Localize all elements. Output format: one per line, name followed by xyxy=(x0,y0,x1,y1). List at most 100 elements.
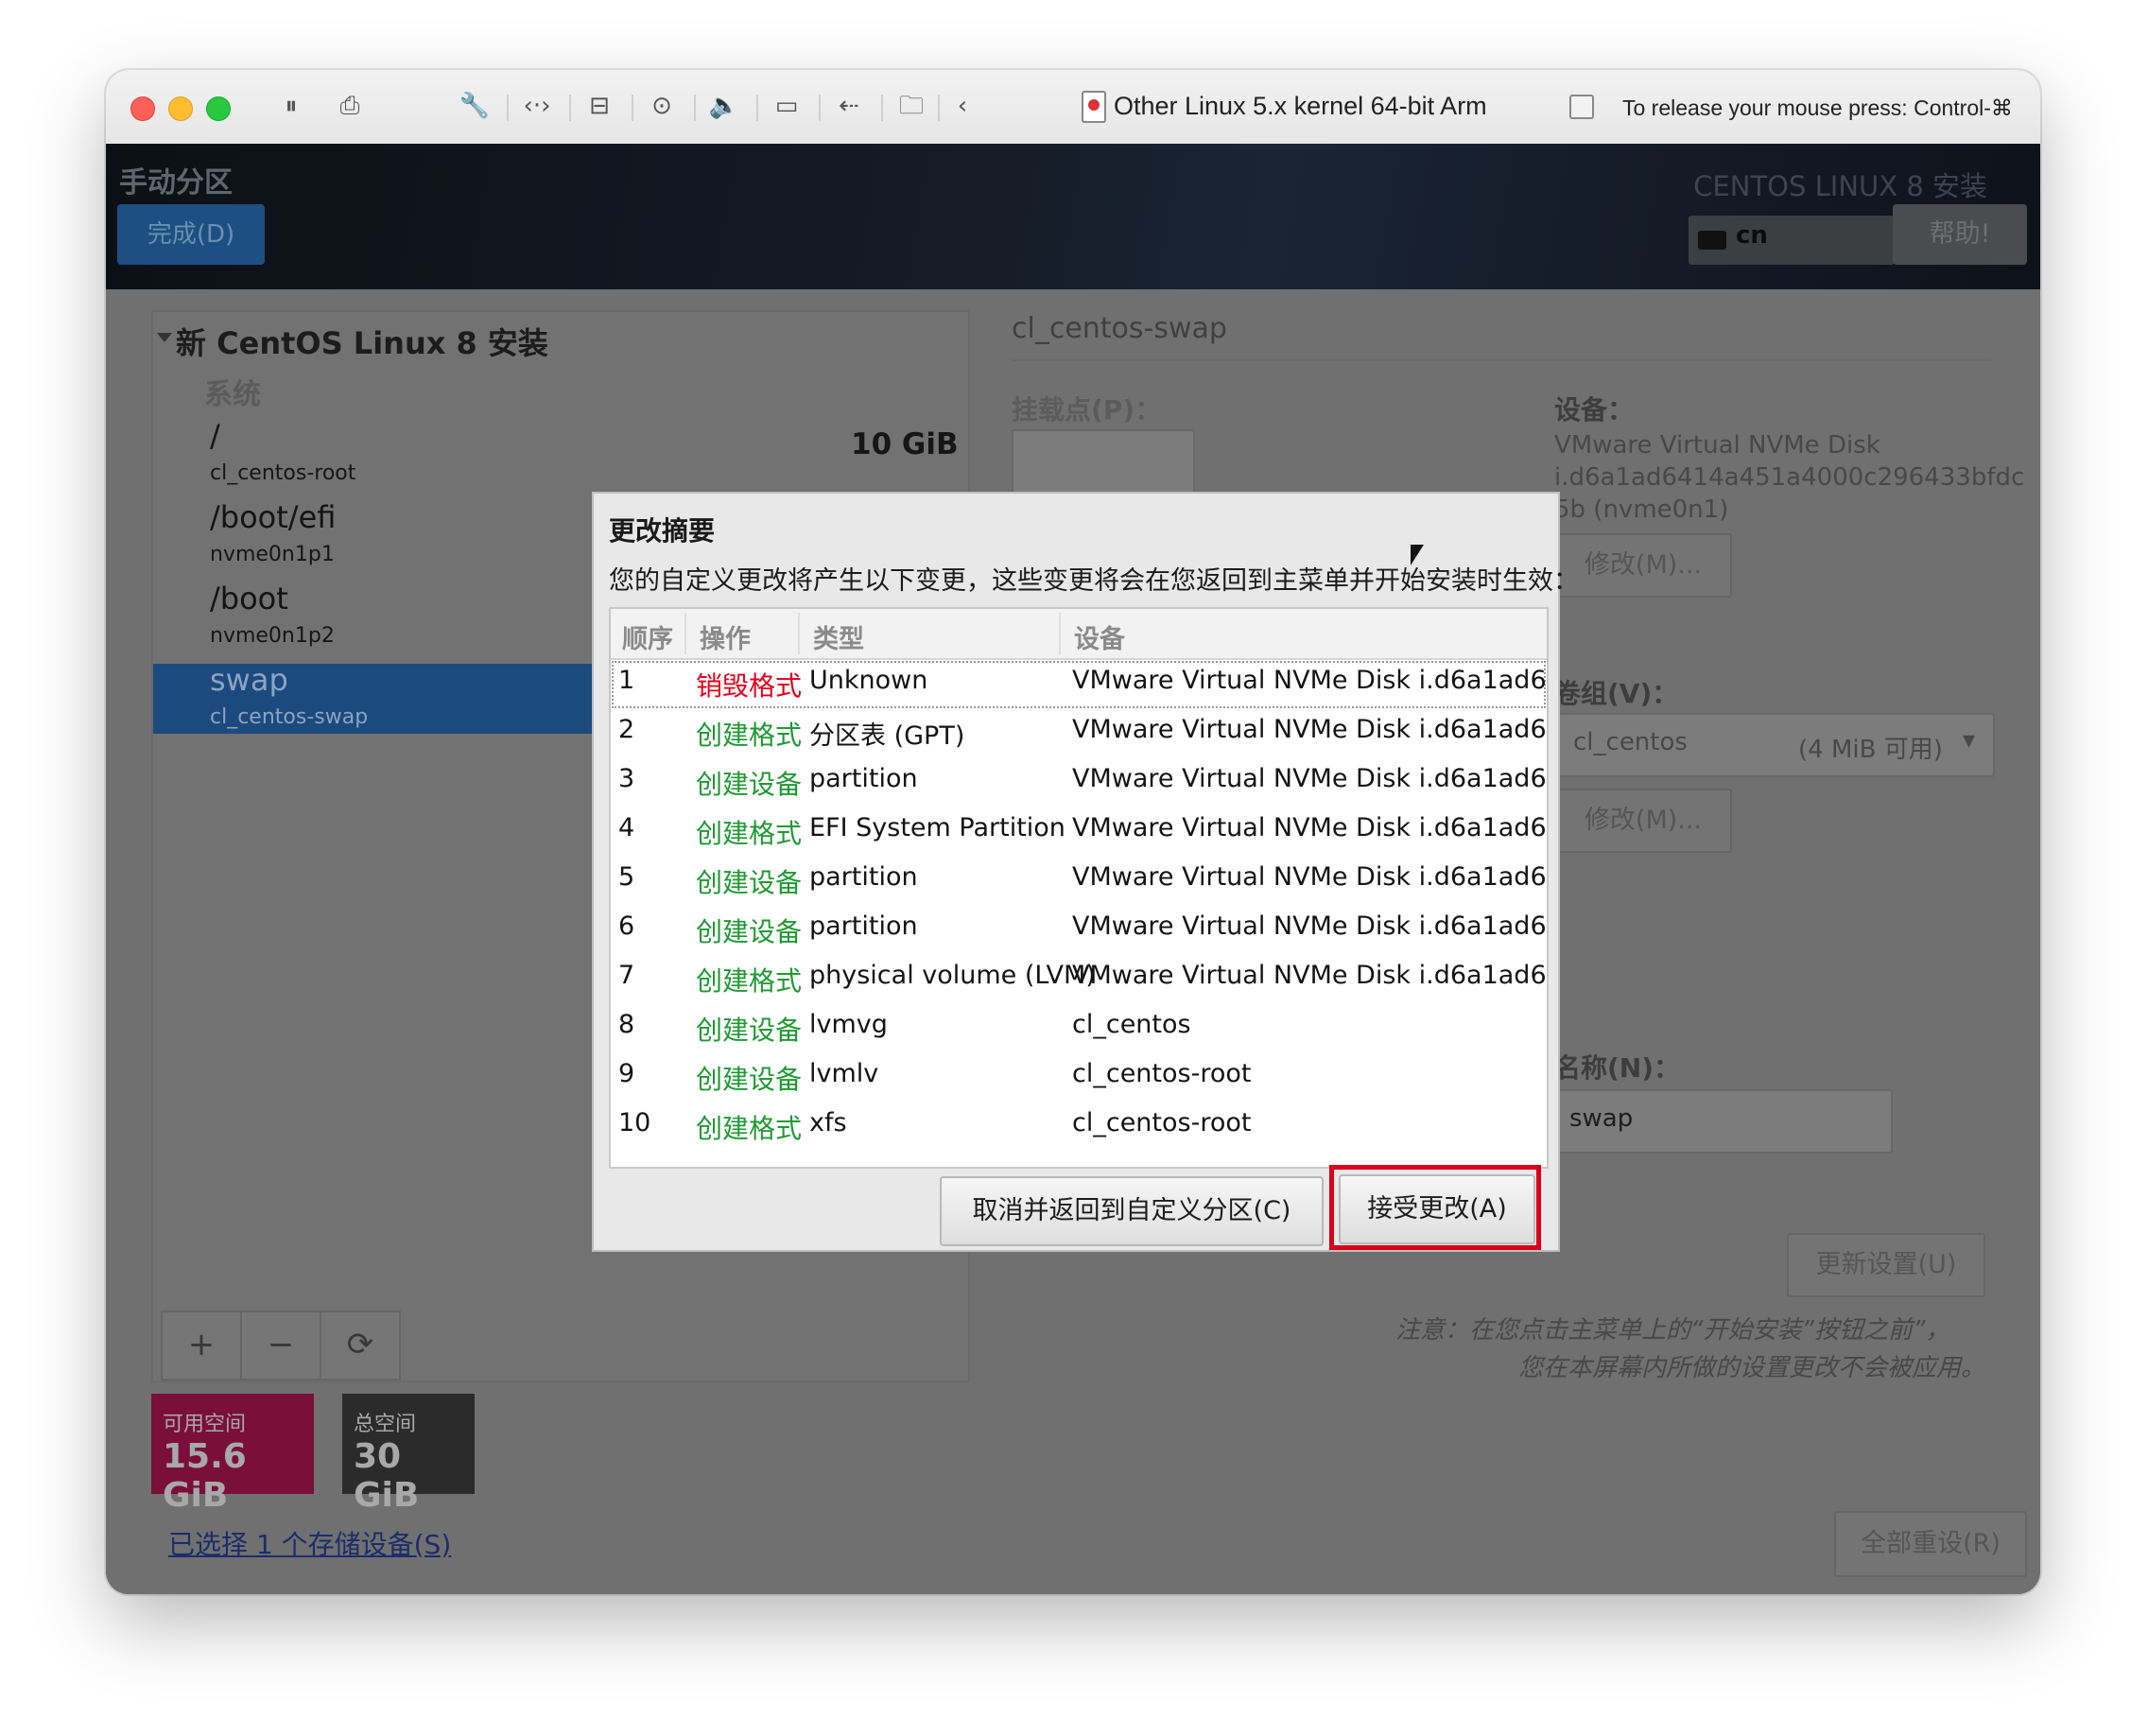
zoom-window-button[interactable] xyxy=(206,96,231,121)
shared-folder-icon[interactable]: 🗀 xyxy=(892,87,930,125)
row-type: partition xyxy=(809,911,918,941)
minimize-window-button[interactable] xyxy=(168,96,193,121)
section-label-system: 系统 xyxy=(204,378,261,411)
row-device: VMware Virtual NVMe Disk i.d6a1ad6414a4 xyxy=(1072,813,1547,842)
mount-point-name: /boot/efi xyxy=(210,499,337,535)
reset-all-button[interactable]: 全部重设(R) xyxy=(1834,1511,2027,1577)
usb-icon[interactable]: ⇠ xyxy=(830,87,868,125)
snapshot-icon[interactable]: ⎙ xyxy=(331,87,369,125)
row-device: VMware Virtual NVMe Disk i.d6a1ad6414a4 xyxy=(1072,911,1547,941)
mount-point-size: 10 GiB xyxy=(851,427,959,461)
row-order: 9 xyxy=(618,1059,635,1088)
page-title: 手动分区 xyxy=(119,166,233,200)
note-line-2: 您在本屏幕内所做的设置更改不会被应用。 xyxy=(1518,1354,1986,1382)
table-row[interactable]: 5 创建设备 partition VMware Virtual NVMe Dis… xyxy=(611,857,1547,906)
add-mount-point-button[interactable]: + xyxy=(161,1311,242,1380)
mount-point-device: cl_centos-swap xyxy=(210,705,369,729)
row-order: 8 xyxy=(618,1010,635,1039)
row-type: EFI System Partition xyxy=(809,813,1065,842)
hard-disk-icon[interactable]: ⊟ xyxy=(580,87,618,125)
close-window-button[interactable] xyxy=(130,96,155,121)
row-type: lvmlv xyxy=(809,1059,879,1088)
table-row[interactable]: 9 创建设备 lvmlv cl_centos-root xyxy=(611,1053,1547,1102)
row-order: 7 xyxy=(618,961,635,990)
copy-icon[interactable] xyxy=(1569,95,1594,119)
update-settings-button[interactable]: 更新设置(U) xyxy=(1787,1233,1985,1297)
modify-volume-group-button[interactable]: 修改(M)... xyxy=(1554,789,1732,853)
sound-icon[interactable]: 🔈 xyxy=(705,87,743,125)
accept-changes-button[interactable]: 接受更改(A) xyxy=(1339,1174,1535,1244)
table-row[interactable]: 6 创建设备 partition VMware Virtual NVMe Dis… xyxy=(611,906,1547,955)
column-header-action[interactable]: 操作 xyxy=(700,618,751,655)
device-line-2: i.d6a1ad6414a451a4000c296433bfdc xyxy=(1554,463,2025,492)
row-device: cl_centos-root xyxy=(1072,1108,1252,1137)
product-title: CENTOS LINUX 8 安装 xyxy=(1693,170,1987,202)
table-row[interactable]: 2 创建格式 分区表 (GPT) VMware Virtual NVMe Dis… xyxy=(611,709,1547,758)
row-order: 4 xyxy=(618,813,635,842)
install-header: 新 CentOS Linux 8 安装 xyxy=(176,325,548,361)
mouse-cursor-icon xyxy=(1411,545,1424,565)
changes-table[interactable]: 顺序 操作 类型 设备 1 销毁格式 Unknown VMware Virtua… xyxy=(609,607,1549,1169)
row-action: 创建设备 xyxy=(696,1015,803,1046)
window-titlebar: ⏸ ⎙ 🔧 ‹·› ⊟ ⊙ 🔈 ▭ ⇠ 🗀 ‹ Other Linux 5.x … xyxy=(106,70,2040,146)
keyboard-layout-indicator[interactable]: cn xyxy=(1689,216,1895,265)
table-row[interactable]: 4 创建格式 EFI System Partition VMware Virtu… xyxy=(611,807,1547,857)
total-space-value: 30 GiB xyxy=(354,1437,420,1515)
chevron-left-icon[interactable]: ‹ xyxy=(944,87,981,125)
row-order: 5 xyxy=(618,862,635,892)
done-button[interactable]: 完成(D) xyxy=(117,204,265,265)
mount-point-name: / xyxy=(210,418,220,454)
help-button[interactable]: 帮助! xyxy=(1893,204,2027,265)
chevron-down-icon: ▾ xyxy=(1963,726,1976,755)
volume-group-select[interactable]: cl_centos (4 MiB 可用) ▾ xyxy=(1554,713,1995,777)
changes-summary-dialog: 更改摘要 您的自定义更改将产生以下变更，这些变更将会在您返回到主菜单并开始安装时… xyxy=(592,492,1579,1252)
volume-group-value: cl_centos xyxy=(1573,728,1688,756)
column-header-type[interactable]: 类型 xyxy=(813,618,864,655)
row-action: 销毁格式 xyxy=(696,670,803,702)
mount-point-name: /boot xyxy=(210,581,288,616)
detail-divider xyxy=(1012,359,1991,361)
row-order: 1 xyxy=(618,666,635,695)
modify-device-button[interactable]: 修改(M)... xyxy=(1554,533,1732,598)
volume-group-label: 卷组(V)： xyxy=(1554,678,1679,709)
row-order: 3 xyxy=(618,764,635,793)
table-row[interactable]: 1 销毁格式 Unknown VMware Virtual NVMe Disk … xyxy=(611,660,1547,709)
row-order: 10 xyxy=(618,1108,651,1137)
device-label: 设备： xyxy=(1554,394,1635,425)
row-action: 创建格式 xyxy=(696,720,803,751)
available-space-value: 15.6 GiB xyxy=(163,1437,247,1515)
device-line-3: 5b (nvme0n1) xyxy=(1554,495,1729,524)
row-action: 创建设备 xyxy=(696,867,803,898)
column-header-order[interactable]: 顺序 xyxy=(622,618,673,655)
column-header-device[interactable]: 设备 xyxy=(1074,618,1125,655)
name-input[interactable]: swap xyxy=(1554,1089,1893,1154)
mount-point-device: nvme0n1p2 xyxy=(210,624,335,648)
row-action: 创建格式 xyxy=(696,818,803,849)
row-device: VMware Virtual NVMe Disk i.d6a1ad6414a4 xyxy=(1072,862,1547,892)
selected-storage-link[interactable]: 已选择 1 个存储设备(S) xyxy=(168,1524,451,1562)
row-type: 分区表 (GPT) xyxy=(809,721,965,751)
mount-point-input[interactable] xyxy=(1012,429,1195,495)
cd-drive-icon[interactable]: ⊙ xyxy=(643,87,681,125)
table-header: 顺序 操作 类型 设备 xyxy=(611,609,1547,660)
wrench-icon[interactable]: 🔧 xyxy=(456,87,494,125)
camera-icon[interactable]: ▭ xyxy=(768,87,806,125)
device-line-1: VMware Virtual NVMe Disk xyxy=(1554,431,1880,460)
dialog-title: 更改摘要 xyxy=(609,515,716,547)
row-type: Unknown xyxy=(809,666,928,695)
pause-icon[interactable]: ⏸ xyxy=(272,87,310,125)
refresh-icon[interactable]: ⟳ xyxy=(320,1311,401,1380)
row-type: xfs xyxy=(809,1108,847,1137)
row-order: 6 xyxy=(618,911,635,941)
network-icon[interactable]: ‹·› xyxy=(518,87,556,125)
table-row[interactable]: 10 创建格式 xfs cl_centos-root xyxy=(611,1102,1547,1152)
table-row[interactable]: 7 创建格式 physical volume (LVM) VMware Virt… xyxy=(611,955,1547,1004)
total-space-box: 总空间 30 GiB xyxy=(342,1394,475,1515)
remove-mount-point-button[interactable]: − xyxy=(240,1311,321,1380)
row-device: VMware Virtual NVMe Disk i.d6a1ad6414a4 xyxy=(1072,715,1547,744)
collapse-triangle-icon[interactable] xyxy=(157,333,172,342)
available-space-box: 可用空间 15.6 GiB xyxy=(151,1394,314,1515)
table-row[interactable]: 8 创建设备 lvmvg cl_centos xyxy=(611,1004,1547,1053)
cancel-and-return-button[interactable]: 取消并返回到自定义分区(C) xyxy=(940,1176,1324,1246)
table-row[interactable]: 3 创建设备 partition VMware Virtual NVMe Dis… xyxy=(611,758,1547,807)
